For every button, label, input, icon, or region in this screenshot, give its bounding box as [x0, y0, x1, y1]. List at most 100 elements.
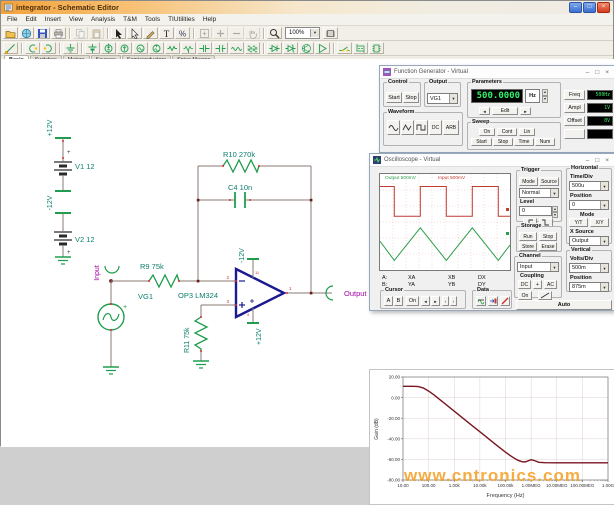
text-icon[interactable]: T: [159, 27, 174, 39]
fg-sweep-num-button[interactable]: Num: [535, 138, 555, 146]
osc-auto-button[interactable]: Auto: [516, 300, 612, 310]
inductor-icon[interactable]: [229, 42, 244, 54]
zener-diode-icon[interactable]: [283, 42, 298, 54]
data-erase-button[interactable]: [500, 296, 510, 306]
fg-sweep-on-button[interactable]: On: [479, 128, 495, 136]
pen-icon[interactable]: [143, 27, 158, 39]
input-port[interactable]: Input: [94, 265, 119, 283]
dropdown-arrow-icon[interactable]: ▼: [550, 263, 558, 271]
current-generator-icon[interactable]: [149, 42, 164, 54]
fg-next-digit-button[interactable]: ►: [520, 107, 531, 115]
fg-offset-button[interactable]: Offset: [564, 116, 585, 126]
spinner-arrows-icon[interactable]: ▼: [600, 264, 608, 272]
output-port-icon[interactable]: [41, 42, 56, 54]
menu-insert[interactable]: Insert: [41, 16, 65, 23]
opamp-tool-icon[interactable]: [315, 42, 330, 54]
magnifier-icon[interactable]: [267, 27, 282, 39]
close-button[interactable]: ×: [597, 2, 610, 13]
fg-stop-button[interactable]: Stop: [403, 92, 419, 103]
fg-ampl-button[interactable]: Ampl: [564, 103, 585, 113]
cursor-icon[interactable]: [111, 27, 126, 39]
channel-invert-button[interactable]: [538, 291, 552, 300]
x-source-combo[interactable]: Output▼: [569, 236, 609, 246]
ic-icon[interactable]: [369, 42, 384, 54]
transformer-icon[interactable]: [245, 42, 260, 54]
spinner-arrows-icon[interactable]: ▼: [600, 201, 608, 209]
coupling-dc-button[interactable]: DC: [518, 280, 531, 289]
cursor-right-icon[interactable]: ►: [431, 296, 440, 306]
trigger-mode-combo[interactable]: Normal▼: [519, 188, 559, 198]
dropdown-arrow-icon[interactable]: ▼: [600, 237, 608, 245]
wire-tool-icon[interactable]: [3, 42, 18, 54]
resistor-r9[interactable]: R9 75k: [140, 262, 180, 287]
open-icon[interactable]: [3, 27, 18, 39]
cursor-step-fwd-icon[interactable]: ›: [450, 296, 457, 306]
fg-sweep-start-button[interactable]: Start: [471, 138, 492, 146]
spinner-down-icon[interactable]: ▼: [542, 96, 548, 103]
electrolytic-capacitor-icon[interactable]: [213, 42, 228, 54]
timediv-combo[interactable]: 500u▼: [569, 181, 609, 191]
data-curves-button[interactable]: [476, 296, 486, 306]
channel-combo[interactable]: Input▼: [517, 262, 559, 272]
osc-close-icon[interactable]: ×: [605, 157, 609, 164]
osc-maximize-icon[interactable]: □: [595, 157, 599, 164]
fg-triangle-wave-button[interactable]: [401, 120, 414, 135]
fg-sweep-time-button[interactable]: Time: [514, 138, 534, 146]
cursor-left-icon[interactable]: ◄: [421, 296, 430, 306]
voltsdiv-combo[interactable]: 500m▼: [569, 263, 609, 273]
dropdown-arrow-icon[interactable]: ▼: [550, 189, 558, 197]
voltage-source-icon[interactable]: [101, 42, 116, 54]
capacitor-c4[interactable]: C4 10n: [228, 183, 252, 208]
fg-output-channel-combo[interactable]: VG1▼: [427, 93, 458, 104]
potentiometer-icon[interactable]: [181, 42, 196, 54]
spinner-up-icon[interactable]: ▲: [542, 89, 548, 96]
menu-tools[interactable]: Tools: [141, 16, 164, 23]
switch-icon[interactable]: [337, 42, 352, 54]
fg-square-wave-button[interactable]: [415, 120, 428, 135]
storage-stop-button[interactable]: Stop: [539, 232, 557, 241]
resistor-icon[interactable]: [165, 42, 180, 54]
storage-run-button[interactable]: Run: [519, 232, 537, 241]
schematic-canvas[interactable]: +12V + V1 12 -12V: [1, 59, 614, 447]
coupling-ac-button[interactable]: AC: [544, 280, 557, 289]
trigger-mode-button[interactable]: Mode: [519, 177, 538, 186]
spinner-arrows-icon[interactable]: ▼: [600, 283, 608, 291]
storage-store-button[interactable]: Store: [519, 242, 537, 251]
dropdown-arrow-icon[interactable]: ▼: [449, 94, 457, 103]
fg-sweep-stop-button[interactable]: Stop: [493, 138, 513, 146]
osc-minimize-icon[interactable]: –: [586, 157, 590, 164]
menu-edit[interactable]: Edit: [21, 16, 40, 23]
menu-analysis[interactable]: Analysis: [87, 16, 119, 23]
fg-close-icon[interactable]: ×: [605, 69, 609, 76]
fg-maximize-icon[interactable]: □: [595, 69, 599, 76]
h-position-combo[interactable]: 0▼: [569, 200, 609, 210]
function-generator-titlebar[interactable]: Function Generator - Virtual – □ ×: [380, 66, 614, 79]
capacitor-icon[interactable]: [197, 42, 212, 54]
fg-arb-button[interactable]: ARB: [443, 120, 459, 135]
storage-erase-button[interactable]: Erase: [539, 242, 557, 251]
fg-dc-button[interactable]: DC: [429, 120, 442, 135]
trigger-level-field[interactable]: 0: [519, 206, 552, 216]
output-port[interactable]: Output: [326, 286, 367, 300]
diode-icon[interactable]: [267, 42, 282, 54]
fg-freq-button[interactable]: Freq: [564, 90, 585, 100]
print-icon[interactable]: [51, 27, 66, 39]
current-source-icon[interactable]: [117, 42, 132, 54]
cursor-a-button[interactable]: A: [384, 296, 393, 306]
voltage-generator-icon[interactable]: [133, 42, 148, 54]
zoom-fit-icon[interactable]: [197, 27, 212, 39]
cursor-b-button[interactable]: B: [394, 296, 403, 306]
mode-xy-button[interactable]: X/Y: [590, 218, 609, 227]
ground-icon[interactable]: [63, 42, 78, 54]
zoom-in-icon[interactable]: [213, 27, 228, 39]
save-icon[interactable]: [35, 27, 50, 39]
fg-prev-digit-button[interactable]: ◄: [479, 107, 490, 115]
resistor-r10[interactable]: R10 270k: [222, 150, 260, 172]
menu-file[interactable]: File: [3, 16, 21, 23]
maximize-button[interactable]: □: [583, 2, 596, 13]
data-export-button[interactable]: [488, 296, 498, 306]
fg-minimize-icon[interactable]: –: [586, 69, 590, 76]
zoom-level-combo[interactable]: 100% ▼: [285, 27, 320, 39]
opamp-op3[interactable]: 2 3 1 11 4 -12V +12V OP3 LM324: [178, 248, 292, 345]
mode-yt-button[interactable]: Y/T: [569, 218, 588, 227]
